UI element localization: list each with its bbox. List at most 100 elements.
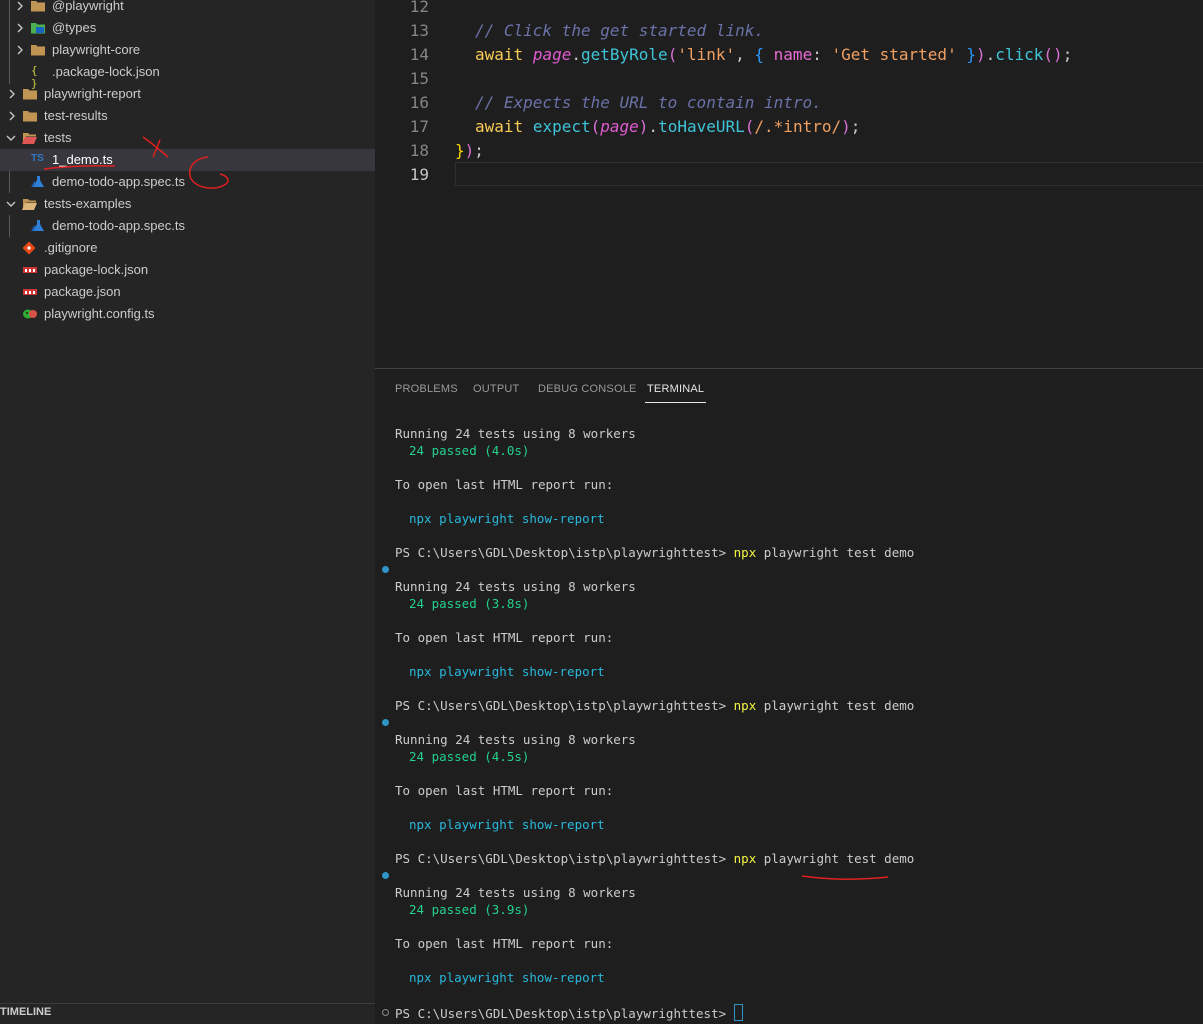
terminal-cursor: [733, 1004, 743, 1021]
terminal-line-passed: 24 passed (4.0s): [409, 443, 530, 458]
code-variable: page: [600, 117, 639, 136]
timeline-section-header[interactable]: TIMELINE: [0, 1003, 375, 1024]
folder-icon: [31, 45, 45, 56]
test-flask-icon: [31, 176, 44, 188]
tree-item-package-json[interactable]: package.json: [0, 281, 375, 303]
chevron-down-icon: [6, 201, 16, 207]
chevron-right-icon: [9, 89, 15, 99]
terminal-line: To open last HTML report run:: [395, 783, 614, 798]
tree-item-playwright-core[interactable]: playwright-core: [0, 39, 375, 61]
report-cmd-rest: playwright show-report: [431, 664, 605, 679]
tree-item-1-demo-ts[interactable]: TS 1_demo.ts: [0, 149, 375, 171]
tab-problems[interactable]: PROBLEMS: [395, 383, 458, 395]
tree-item-demo-todo-app-spec[interactable]: demo-todo-app.spec.ts: [0, 171, 375, 193]
code-punct: .: [571, 45, 581, 64]
tree-item-playwright[interactable]: @playwright: [0, 0, 375, 17]
report-cmd-npx: npx: [409, 511, 432, 526]
timeline-label: TIMELINE: [0, 1006, 52, 1018]
cmd-npx: npx: [733, 545, 757, 560]
code-function: expect: [532, 117, 591, 136]
tree-item-gitignore[interactable]: .gitignore: [0, 237, 375, 259]
tree-item-playwright-report[interactable]: playwright-report: [0, 83, 375, 105]
test-folder-open-icon: [22, 133, 37, 144]
code-function: click: [995, 45, 1044, 64]
report-cmd-npx: npx: [409, 970, 432, 985]
tree-item-demo-todo-app-spec-examples[interactable]: demo-todo-app.spec.ts: [0, 215, 375, 237]
terminal-prompt-line: PS C:\Users\GDL\Desktop\istp\playwrightt…: [395, 698, 914, 715]
code-editor[interactable]: 12 13 // Click the get started link. 14 …: [375, 0, 1203, 368]
code-keyword: await: [475, 117, 524, 136]
prompt-text: PS C:\Users\GDL\Desktop\istp\playwrightt…: [395, 851, 734, 866]
line-number: 16: [409, 93, 429, 112]
code-line: 19: [375, 163, 1203, 187]
terminal-line-report-cmd: npx playwright show-report: [409, 511, 605, 528]
cmd-rest: playwright test demo: [756, 698, 915, 713]
tree-item-label: .gitignore: [44, 240, 98, 255]
line-number: 13: [409, 21, 429, 40]
code-punct: :: [812, 45, 832, 64]
code-line: 12: [375, 0, 1203, 19]
tree-item-label: test-results: [44, 108, 108, 123]
code-punct: .: [648, 117, 659, 136]
tab-terminal[interactable]: TERMINAL: [644, 383, 707, 403]
terminal-prompt-line: PS C:\Users\GDL\Desktop\istp\playwrightt…: [395, 545, 914, 562]
command-decoration-dot[interactable]: [382, 872, 389, 879]
code-paren: (: [667, 45, 678, 64]
line-number: 12: [409, 0, 429, 16]
code-line: 16 // Expects the URL to contain intro.: [375, 91, 1203, 115]
line-number: 17: [409, 117, 429, 136]
tree-item-test-results[interactable]: test-results: [0, 105, 375, 127]
tree-item-tests[interactable]: tests: [0, 127, 375, 149]
code-paren: (: [590, 117, 601, 136]
tree-item-types[interactable]: @types: [0, 17, 375, 39]
playwright-icon: [23, 309, 37, 319]
terminal-line-passed: 24 passed (3.8s): [409, 596, 530, 611]
tab-debug-console[interactable]: DEBUG CONSOLE: [538, 383, 637, 395]
command-decoration-dot[interactable]: [382, 719, 389, 726]
code-comment: // Click the get started link.: [475, 21, 764, 40]
tree-item-tests-examples[interactable]: tests-examples: [0, 193, 375, 215]
tab-output[interactable]: OUTPUT: [473, 383, 519, 395]
command-decoration-dot[interactable]: [382, 1009, 389, 1016]
code-line: 18 });: [375, 139, 1203, 163]
code-punct: ;: [474, 141, 484, 160]
tree-item-package-lock-hidden[interactable]: { } .package-lock.json: [0, 61, 375, 90]
code-paren: (): [1043, 45, 1063, 64]
chevron-right-icon: [17, 45, 23, 55]
tree-item-label: @types: [52, 20, 97, 35]
code-punct: .: [985, 45, 996, 64]
tree-item-label: demo-todo-app.spec.ts: [52, 218, 185, 233]
cmd-npx: npx: [733, 698, 757, 713]
code-keyword: await: [475, 45, 524, 64]
bottom-panel: PROBLEMS OUTPUT DEBUG CONSOLE TERMINAL R…: [375, 368, 1203, 1024]
terminal-line: To open last HTML report run:: [395, 477, 614, 492]
cmd-rest: playwright test demo: [756, 851, 915, 866]
code-property: name: [764, 45, 813, 64]
code-paren: ): [638, 117, 649, 136]
line-number: 18: [409, 141, 429, 160]
terminal-active-prompt[interactable]: PS C:\Users\GDL\Desktop\istp\playwrightt…: [395, 1004, 743, 1021]
tree-item-label: @playwright: [52, 0, 124, 13]
folder-icon: [23, 89, 37, 100]
code-paren: ): [975, 45, 986, 64]
terminal-line: Running 24 tests using 8 workers: [395, 732, 636, 747]
code-string: 'link': [677, 45, 736, 64]
command-decoration-dot[interactable]: [382, 566, 389, 573]
code-paren: (: [744, 117, 755, 136]
cmd-npx: npx: [733, 851, 757, 866]
report-cmd-rest: playwright show-report: [431, 817, 605, 832]
folder-icon: [31, 1, 45, 12]
tree-item-package-lock[interactable]: package-lock.json: [0, 259, 375, 281]
tree-item-playwright-config[interactable]: playwright.config.ts: [0, 303, 375, 325]
tree-item-label: playwright.config.ts: [44, 306, 155, 321]
code-regex: /.*intro/: [754, 117, 842, 136]
code-punct: ,: [735, 45, 755, 64]
terminal-line-passed: 24 passed (4.5s): [409, 749, 530, 764]
test-flask-icon: [31, 220, 44, 232]
code-paren: ): [841, 117, 851, 136]
prompt-text: PS C:\Users\GDL\Desktop\istp\playwrightt…: [395, 698, 734, 713]
line-number: 14: [409, 45, 429, 64]
tree-item-label: 1_demo.ts: [52, 152, 113, 167]
code-variable: page: [532, 45, 572, 64]
terminal-line-report-cmd: npx playwright show-report: [409, 817, 605, 834]
